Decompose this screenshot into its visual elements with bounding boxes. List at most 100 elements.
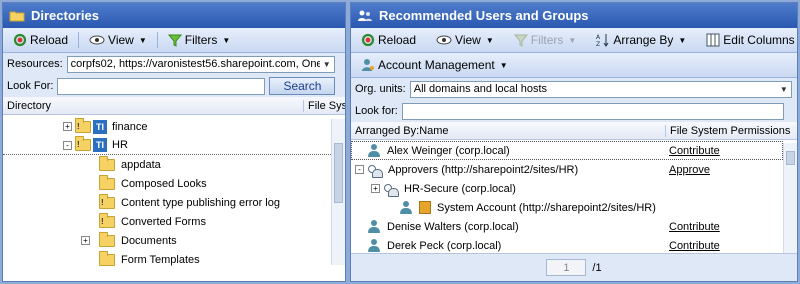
reload-icon xyxy=(13,33,27,47)
permission-link[interactable]: Contribute xyxy=(669,240,720,252)
tree-item-label: Converted Forms xyxy=(121,215,206,228)
look-for-row: Look for: xyxy=(351,100,797,122)
sort-az-icon: AZ xyxy=(596,33,610,47)
users-scrollbar[interactable] xyxy=(783,143,797,253)
tree-row[interactable]: + Documents xyxy=(3,231,345,250)
users-groups-title: Recommended Users and Groups xyxy=(379,8,589,23)
reload-icon xyxy=(361,33,375,47)
permission-cell: Contribute xyxy=(665,221,720,233)
chevron-down-icon: ▼ xyxy=(779,84,788,94)
account-name: System Account (http://sharepoint2/sites… xyxy=(437,201,656,214)
arrange-by-button[interactable]: AZ Arrange By ▼ xyxy=(592,31,690,49)
toolbar-separator xyxy=(156,32,158,48)
user-icon xyxy=(367,143,381,158)
collapse-icon[interactable]: - xyxy=(355,165,364,174)
folder-lock-icon xyxy=(75,136,91,151)
tree-item-label: Form Templates xyxy=(121,253,200,266)
expand-icon[interactable]: + xyxy=(371,184,380,193)
resources-dropdown[interactable]: corpfs02, https://varonistest56.sharepoi… xyxy=(66,55,335,73)
folder-icon xyxy=(99,174,115,190)
name-cell: System Account (http://sharepoint2/sites… xyxy=(351,200,665,215)
org-units-row: Org. units: All domains and local hosts … xyxy=(351,78,797,100)
tree-item-label: Content type publishing error log xyxy=(121,196,280,209)
directory-column[interactable]: Directory xyxy=(3,100,303,112)
directories-toolbar: Reload View ▼ Filters ▼ xyxy=(3,28,345,53)
filters-button[interactable]: Filters ▼ xyxy=(164,31,235,49)
name-cell: Alex Weinger (corp.local) xyxy=(351,143,665,158)
chevron-down-icon: ▼ xyxy=(322,59,331,69)
scrollbar-thumb[interactable] xyxy=(786,151,795,165)
users-groups-pane: Recommended Users and Groups Reload View… xyxy=(350,2,798,282)
permissions-column[interactable]: File System Permissions xyxy=(665,124,797,137)
svg-text:A: A xyxy=(596,34,601,41)
folder-icon xyxy=(99,231,115,247)
expand-icon[interactable]: + xyxy=(81,236,90,245)
users-icon xyxy=(357,9,373,23)
system-account-icon xyxy=(419,201,431,214)
permission-link[interactable]: Contribute xyxy=(669,221,720,233)
name-column[interactable]: Arranged By:Name xyxy=(351,125,665,137)
list-item[interactable]: Denise Walters (corp.local) Contribute xyxy=(351,217,783,236)
org-units-label: Org. units: xyxy=(355,83,406,95)
account-management-button[interactable]: Account Management ▼ xyxy=(357,56,512,74)
tree-item-label: finance xyxy=(112,120,148,133)
columns-icon xyxy=(706,33,720,47)
filters-button[interactable]: Filters ▼ xyxy=(510,31,581,49)
folder-lock-icon xyxy=(75,117,91,133)
user-key-icon xyxy=(361,58,375,72)
list-item[interactable]: + HR-Secure (corp.local) xyxy=(351,179,783,198)
pager: 1 /1 xyxy=(351,253,797,281)
users-groups-toolbar: Reload View ▼ Filters ▼ AZ Arrange By ▼ xyxy=(351,28,797,53)
reload-button[interactable]: Reload xyxy=(9,31,72,49)
folder-icon xyxy=(99,250,115,266)
directory-scrollbar[interactable] xyxy=(331,119,345,265)
tree-row[interactable]: Composed Looks xyxy=(3,174,345,193)
edit-columns-button[interactable]: Edit Columns xyxy=(702,31,797,49)
list-item[interactable]: System Account (http://sharepoint2/sites… xyxy=(351,198,783,217)
users-groups-list: Alex Weinger (corp.local) Contribute - Appr… xyxy=(351,140,797,252)
user-icon xyxy=(367,238,381,253)
permission-link[interactable]: Contribute xyxy=(669,145,720,157)
scrollbar-thumb[interactable] xyxy=(334,143,343,203)
name-cell: + HR-Secure (corp.local) xyxy=(351,182,665,197)
permission-cell: Approve xyxy=(665,164,710,176)
directory-tree: + TI finance - TI HR appdata Composed Looks Cont… xyxy=(3,115,345,266)
list-item[interactable]: Alex Weinger (corp.local) Contribute xyxy=(351,141,783,160)
page-number-input[interactable]: 1 xyxy=(546,259,587,276)
search-button[interactable]: Search xyxy=(269,77,336,95)
account-name: Alex Weinger (corp.local) xyxy=(387,144,510,157)
tree-row[interactable]: Content type publishing error log xyxy=(3,193,345,212)
look-for-input[interactable] xyxy=(401,102,784,120)
file-system-column[interactable]: File Sys xyxy=(303,99,345,112)
folder-lock-icon xyxy=(99,212,115,228)
users-groups-title-bar: Recommended Users and Groups xyxy=(351,3,797,28)
account-name: Approvers (http://sharepoint2/sites/HR) xyxy=(388,163,579,176)
list-item[interactable]: - Approvers (http://sharepoint2/sites/HR)… xyxy=(351,160,783,179)
tree-item-label: HR xyxy=(112,139,128,151)
look-for-row: Look For: Search xyxy=(3,75,345,97)
tree-row[interactable]: appdata xyxy=(3,155,345,174)
folder-icon xyxy=(9,9,25,22)
account-name: Denise Walters (corp.local) xyxy=(387,220,519,233)
name-cell: - Approvers (http://sharepoint2/sites/HR) xyxy=(351,163,665,178)
expand-icon[interactable]: + xyxy=(63,122,72,131)
chevron-down-icon: ▼ xyxy=(485,35,494,45)
filter-icon xyxy=(513,33,528,47)
org-units-dropdown[interactable]: All domains and local hosts ▼ xyxy=(409,80,792,98)
permission-link[interactable]: Approve xyxy=(669,164,710,176)
tree-row[interactable]: - TI HR xyxy=(3,136,331,155)
chevron-down-icon: ▼ xyxy=(568,35,577,45)
tree-row[interactable]: Form Templates xyxy=(3,250,345,269)
folder-icon xyxy=(99,155,115,171)
view-button[interactable]: View ▼ xyxy=(432,31,498,49)
tree-item-label: appdata xyxy=(121,158,161,171)
tree-row[interactable]: + TI finance xyxy=(3,117,345,136)
resources-label: Resources: xyxy=(7,58,63,70)
resources-row: Resources: corpfs02, https://varonistest… xyxy=(3,53,345,75)
collapse-icon[interactable]: - xyxy=(63,140,72,150)
tree-row[interactable]: Converted Forms xyxy=(3,212,345,231)
look-for-input[interactable] xyxy=(57,77,266,95)
reload-button[interactable]: Reload xyxy=(357,31,420,49)
view-button[interactable]: View ▼ xyxy=(85,31,151,49)
account-name: Derek Peck (corp.local) xyxy=(387,239,502,252)
